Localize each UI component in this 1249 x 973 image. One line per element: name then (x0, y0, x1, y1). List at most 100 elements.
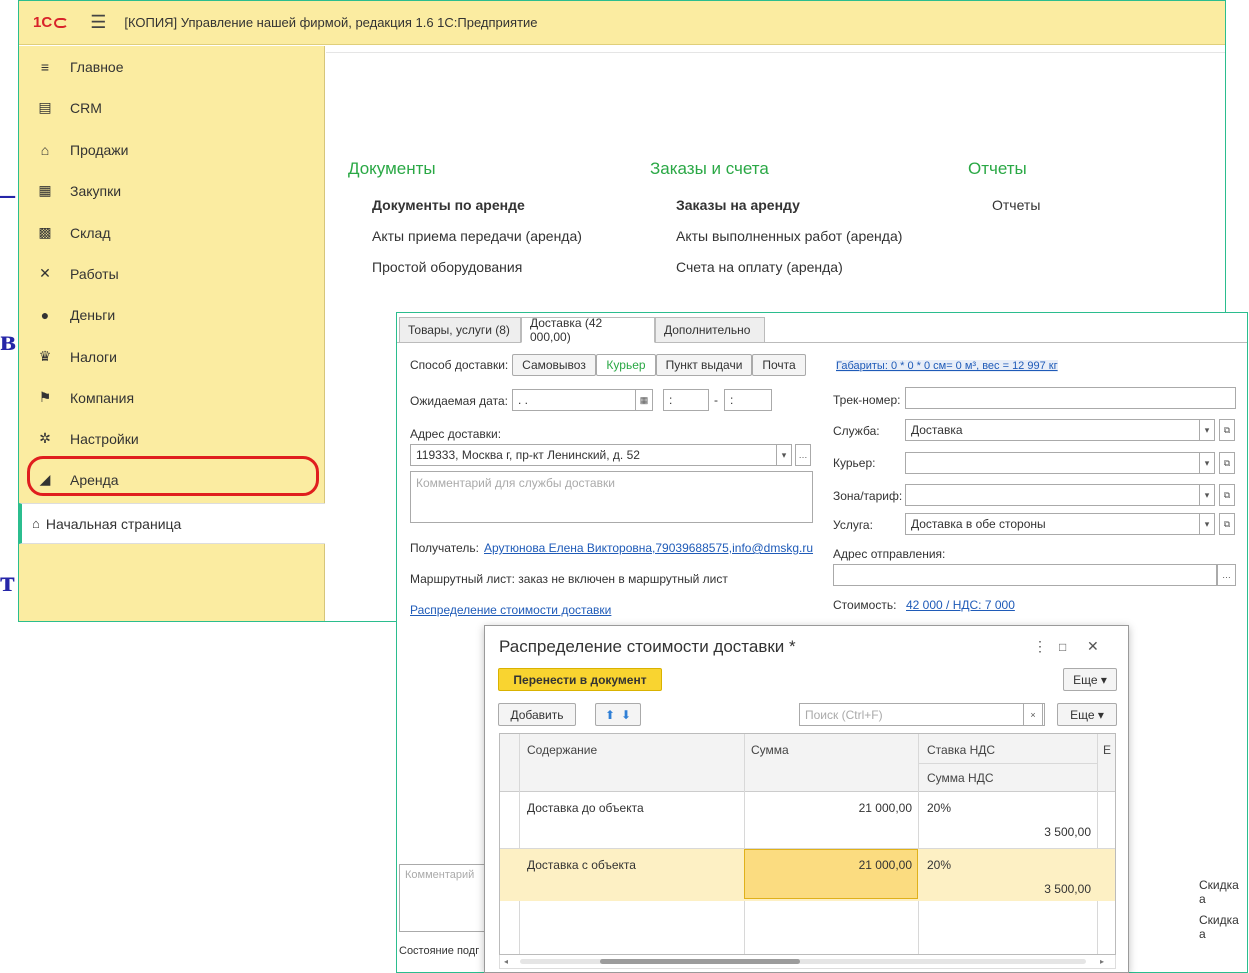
method-courier-button[interactable]: Курьер (596, 354, 656, 376)
service2-label: Услуга: (833, 518, 873, 532)
tab-delivery[interactable]: Доставка (42 000,00) (521, 316, 655, 344)
col-vat-rate[interactable]: Ставка НДС (927, 743, 995, 757)
scroll-thumb[interactable] (600, 959, 800, 964)
add-button[interactable]: Добавить (498, 703, 576, 726)
calendar-icon[interactable]: ▦ (635, 389, 653, 411)
cost-link[interactable]: 42 000 / НДС: 7 000 (906, 598, 1015, 612)
courier-open-icon[interactable]: ⧉ (1219, 452, 1235, 474)
app-logo[interactable]: 1С (33, 14, 69, 31)
arrow-up-icon[interactable]: ⬆ (605, 708, 615, 722)
main-menu-icon[interactable]: ☰ (90, 12, 106, 33)
col-content[interactable]: Содержание (527, 743, 597, 757)
link-reports[interactable]: Отчеты (992, 197, 1040, 213)
home-page-link[interactable]: ⌂ Начальная страница (19, 503, 325, 544)
horizontal-scrollbar[interactable]: ◂ ▸ (499, 955, 1116, 969)
track-input[interactable] (905, 387, 1236, 409)
address-select-button[interactable]: … (795, 444, 811, 466)
sidebar-item-sales[interactable]: ⌂ Продажи (19, 129, 325, 170)
service-label: Служба: (833, 424, 880, 438)
courier-dropdown-icon[interactable]: ▾ (1199, 452, 1215, 474)
address-label: Адрес доставки: (410, 427, 502, 441)
gear-icon: ✲ (39, 430, 51, 446)
service-dropdown-icon[interactable]: ▾ (1199, 419, 1215, 441)
route-text: Маршрутный лист: заказ не включен в марш… (410, 572, 728, 586)
clear-search-icon[interactable]: × (1023, 703, 1043, 726)
method-pickup-point-button[interactable]: Пункт выдачи (656, 354, 752, 376)
sidebar-item-taxes[interactable]: ♛ Налоги (19, 336, 325, 377)
cost-label: Стоимость: (833, 598, 897, 612)
arrow-down-icon[interactable]: ⬇ (621, 708, 631, 722)
close-icon[interactable]: ✕ (1087, 638, 1099, 655)
dialog-title: Распределение стоимости доставки * (499, 637, 796, 656)
table-row-selected[interactable]: Доставка с объекта 21 000,00 20% 3 500,0… (500, 849, 1115, 901)
col-extra[interactable]: Е (1103, 743, 1111, 757)
ruble-coin-icon: ● (40, 306, 50, 323)
address-dropdown-icon[interactable]: ▾ (776, 444, 792, 466)
service2-dropdown-icon[interactable]: ▾ (1199, 513, 1215, 535)
link-transfer-acts[interactable]: Акты приема передачи (аренда) (372, 228, 582, 244)
delivery-comment-input[interactable]: Комментарий для службы доставки (410, 471, 813, 523)
sidebar-item-company[interactable]: ⚑ Компания (19, 377, 325, 418)
time-separator: - (714, 393, 718, 407)
sidebar-item-settings[interactable]: ✲ Настройки (19, 418, 325, 459)
zone-dropdown-icon[interactable]: ▾ (1199, 484, 1215, 506)
departure-select-button[interactable]: … (1217, 564, 1236, 586)
discount-label-2: Скидка а (1199, 913, 1239, 941)
sidebar-item-money[interactable]: ● Деньги (19, 294, 325, 335)
distribution-link[interactable]: Распределение стоимости доставки (410, 603, 611, 617)
tab-goods[interactable]: Товары, услуги (8) (399, 317, 521, 343)
departure-input[interactable] (833, 564, 1217, 586)
cost-distribution-dialog: Распределение стоимости доставки * ⋮ □ ✕… (484, 625, 1129, 973)
hamburger-icon: ≡ (40, 58, 50, 75)
expected-date-label: Ожидаемая дата: (410, 394, 508, 408)
recipient-link[interactable]: Арутюнова Елена Викторовна,79039688575,i… (484, 541, 813, 555)
search-input[interactable]: Поиск (Ctrl+F) (799, 703, 1045, 726)
more-button-1[interactable]: Еще ▾ (1063, 668, 1117, 691)
delivery-method-label: Способ доставки: (410, 358, 509, 372)
tools-icon: ✕ (39, 265, 51, 281)
selected-cell[interactable] (744, 849, 918, 899)
more-actions-icon[interactable]: ⋮ (1033, 638, 1047, 655)
link-invoices[interactable]: Счета на оплату (аренда) (676, 259, 843, 275)
column-heading-documents: Документы (348, 159, 436, 178)
transfer-to-document-button[interactable]: Перенести в документ (498, 668, 662, 691)
link-rent-documents[interactable]: Документы по аренде (372, 197, 525, 213)
service2-input[interactable]: Доставка в обе стороны (905, 513, 1201, 535)
time-from-field[interactable]: : (663, 389, 709, 411)
service2-open-icon[interactable]: ⧉ (1219, 513, 1235, 535)
scroll-right-icon[interactable]: ▸ (1100, 957, 1104, 966)
scroll-left-icon[interactable]: ◂ (504, 957, 508, 966)
col-sum[interactable]: Сумма (751, 743, 789, 757)
flag-icon: ⚑ (38, 389, 52, 405)
more-button-2[interactable]: Еще ▾ (1057, 703, 1117, 726)
tab-additional[interactable]: Дополнительно (655, 317, 765, 343)
method-post-button[interactable]: Почта (752, 354, 806, 376)
zone-open-icon[interactable]: ⧉ (1219, 484, 1235, 506)
highlight-ring (27, 456, 319, 496)
sidebar-item-warehouse[interactable]: ▩ Склад (19, 212, 325, 253)
column-heading-reports: Отчеты (968, 159, 1027, 178)
discount-label-1: Скидка а (1199, 878, 1239, 906)
sidebar: ≡ Главное ▤ CRM ⌂ Продажи ▦ Закупки ▩ Склад ✕… (19, 46, 325, 621)
service-input[interactable]: Доставка (905, 419, 1201, 441)
order-comment-input[interactable]: Комментарий (399, 864, 489, 932)
table-row[interactable]: Доставка до объекта 21 000,00 20% 3 500,… (500, 792, 1115, 848)
link-rent-orders[interactable]: Заказы на аренду (676, 197, 800, 213)
maximize-icon[interactable]: □ (1059, 640, 1066, 654)
dimensions-link[interactable]: Габариты: 0 * 0 * 0 см= 0 м³, вес = 12 9… (836, 360, 1058, 372)
expected-date-field[interactable]: . . (512, 389, 652, 411)
sidebar-item-main[interactable]: ≡ Главное (19, 46, 325, 87)
link-downtime[interactable]: Простой оборудования (372, 259, 522, 275)
col-vat-sum[interactable]: Сумма НДС (927, 771, 994, 785)
sidebar-item-crm[interactable]: ▤ CRM (19, 87, 325, 128)
sidebar-item-purchases[interactable]: ▦ Закупки (19, 170, 325, 211)
zone-input[interactable] (905, 484, 1201, 506)
method-pickup-button[interactable]: Самовывоз (512, 354, 596, 376)
sidebar-item-works[interactable]: ✕ Работы (19, 253, 325, 294)
courier-input[interactable] (905, 452, 1201, 474)
window-title: [КОПИЯ] Управление нашей фирмой, редакци… (124, 15, 538, 30)
link-work-acts[interactable]: Акты выполненных работ (аренда) (676, 228, 902, 244)
time-to-field[interactable]: : (724, 389, 772, 411)
service-open-icon[interactable]: ⧉ (1219, 419, 1235, 441)
address-input[interactable]: 119333, Москва г, пр-кт Ленинский, д. 52 (410, 444, 778, 466)
